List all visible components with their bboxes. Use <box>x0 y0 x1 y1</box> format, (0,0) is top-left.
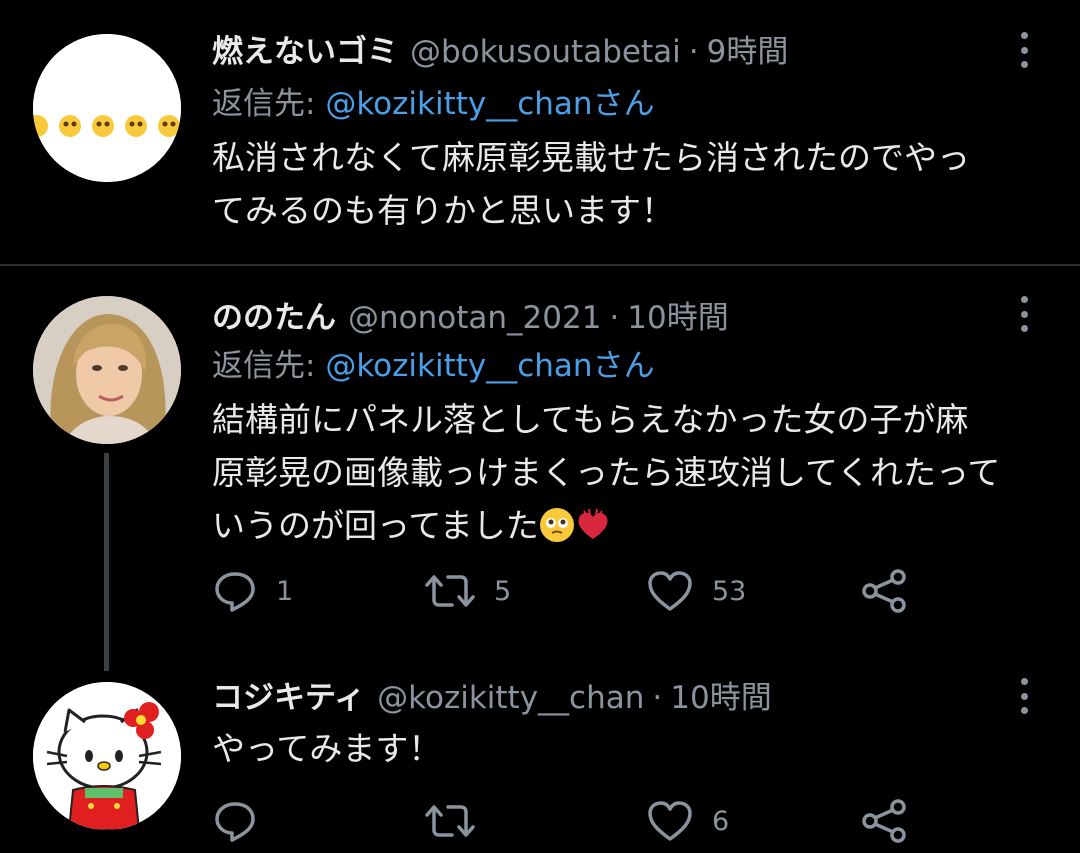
share-button[interactable] <box>860 566 910 616</box>
reply-mention-link[interactable]: @kozikitty__chan <box>325 348 592 384</box>
replying-to: 返信先: @kozikitty__chanさん <box>212 344 655 388</box>
share-icon <box>862 799 906 843</box>
display-name[interactable]: 燃えないゴミ <box>212 30 398 74</box>
reply-mention-link[interactable]: @kozikitty__chan <box>325 86 592 122</box>
tweet-text-line: いうのが回ってました <box>212 506 539 545</box>
heart-icon <box>648 571 692 611</box>
tweet-text: やってみます！ <box>212 722 1042 775</box>
tweet-text: 結構前にパネル落としてもらえなかった女の子が麻 原彰晃の画像載っけまくったら速攻… <box>212 393 1042 558</box>
retweet-icon <box>425 805 475 837</box>
reply-button[interactable] <box>212 796 276 846</box>
tweet-text-line: 原彰晃の画像載っけまくったら速攻消してくれたって <box>212 453 1001 492</box>
heart-exclamation-icon <box>575 505 611 558</box>
reply-prefix: 返信先: <box>212 348 316 384</box>
replying-to: 返信先: @kozikitty__chanさん <box>212 82 655 126</box>
separator-dot: · <box>609 300 620 336</box>
like-button[interactable]: 53 <box>646 566 746 616</box>
share-icon <box>862 569 906 613</box>
heart-icon <box>648 801 692 841</box>
like-count: 53 <box>712 575 747 607</box>
timestamp[interactable]: 10時間 <box>627 296 728 340</box>
user-handle[interactable]: @kozikitty__chan <box>377 676 644 720</box>
reply-suffix: さん <box>592 86 655 122</box>
thread-connector <box>104 453 109 671</box>
tweet-text: 私消されなくて麻原彰晃載せたら消されたのでやっ てみるのも有りかと思います！ <box>212 131 1042 237</box>
more-vertical-icon[interactable] <box>1014 676 1034 716</box>
retweet-count: 5 <box>494 575 512 607</box>
pleading-face-icon <box>539 505 575 558</box>
share-button[interactable] <box>860 796 910 846</box>
reply-suffix: さん <box>592 348 655 384</box>
reply-bubble-icon <box>215 802 255 842</box>
tweet-text-line: 結構前にパネル落としてもらえなかった女の子が麻 <box>212 400 969 439</box>
avatar-bokusoutabetai[interactable] <box>33 34 181 182</box>
retweet-button[interactable] <box>424 796 494 846</box>
tweet-text-line: 私消されなくて麻原彰晃載せたら消されたのでやっ <box>212 138 971 177</box>
retweet-button[interactable]: 5 <box>424 566 511 616</box>
separator-dot: · <box>688 34 699 70</box>
tweet-header: 燃えないゴミ @bokusoutabetai · 9時間 <box>212 30 788 74</box>
avatar-kozikitty[interactable] <box>33 682 181 830</box>
like-button[interactable]: 6 <box>646 796 729 846</box>
user-handle[interactable]: @nonotan_2021 <box>348 296 601 340</box>
timestamp[interactable]: 10時間 <box>670 676 771 720</box>
user-handle[interactable]: @bokusoutabetai <box>410 30 681 74</box>
tweet-header: コジキティ @kozikitty__chan · 10時間 <box>212 676 772 720</box>
reply-count: 1 <box>276 575 294 607</box>
more-vertical-icon[interactable] <box>1014 294 1034 334</box>
tweet-text-line: てみるのも有りかと思います！ <box>212 191 674 230</box>
display-name[interactable]: コジキティ <box>212 676 365 720</box>
tweet-header: ののたん @nonotan_2021 · 10時間 <box>212 296 729 340</box>
separator-dot: · <box>652 680 663 716</box>
reply-prefix: 返信先: <box>212 86 316 122</box>
retweet-icon <box>425 575 475 607</box>
tweet-3[interactable]: コジキティ @kozikitty__chan · 10時間 やってみます！ 6 <box>0 660 1080 853</box>
timestamp[interactable]: 9時間 <box>707 30 789 74</box>
reply-button[interactable]: 1 <box>212 566 293 616</box>
more-vertical-icon[interactable] <box>1014 30 1034 70</box>
tweet-actions: 6 <box>212 796 932 846</box>
tweet-actions: 1 5 53 <box>212 566 932 616</box>
like-count: 6 <box>712 805 730 837</box>
reply-bubble-icon <box>215 572 255 612</box>
avatar-nonotan[interactable] <box>33 296 181 444</box>
tweet-1[interactable]: 燃えないゴミ @bokusoutabetai · 9時間 返信先: @kozik… <box>0 0 1080 265</box>
display-name[interactable]: ののたん <box>212 296 336 340</box>
tweet-text-line: やってみます！ <box>212 729 442 768</box>
tweet-2[interactable]: ののたん @nonotan_2021 · 10時間 返信先: @kozikitt… <box>0 266 1080 653</box>
tweet-text-line-emoji: いうのが回ってました <box>212 499 1042 558</box>
